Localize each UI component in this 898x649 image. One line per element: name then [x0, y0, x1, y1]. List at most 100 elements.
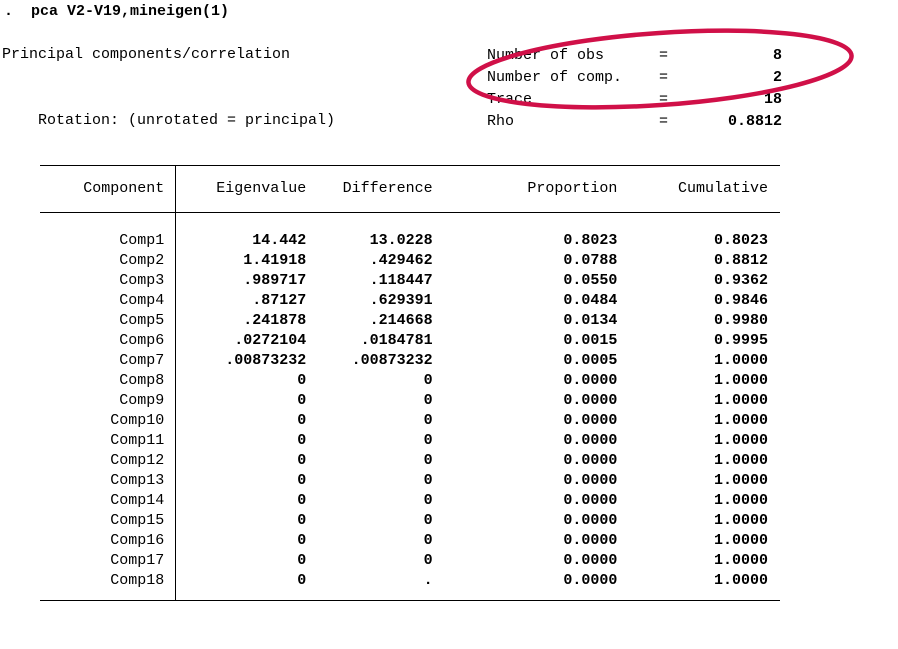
cell-cumulative: 1.0000 [622, 451, 780, 471]
cell-difference: .629391 [311, 291, 437, 311]
cell-proportion: 0.8023 [438, 231, 623, 251]
column-header-cumulative: Cumulative [622, 179, 780, 199]
cell-cumulative: 1.0000 [622, 431, 780, 451]
table-row: Comp10 0 0 0.0000 1.0000 [40, 411, 780, 431]
table-row: Comp13 0 0 0.0000 1.0000 [40, 471, 780, 491]
summary-value-rho: 0.8812 [705, 111, 782, 133]
cell-proportion: 0.0000 [438, 531, 623, 551]
cell-component: Comp9 [40, 391, 171, 411]
summary-row-comp: Number of comp. = 2 [487, 67, 782, 89]
cell-difference: .214668 [311, 311, 437, 331]
cell-proportion: 0.0000 [438, 471, 623, 491]
cell-difference: 0 [311, 531, 437, 551]
summary-label-obs: Number of obs [487, 45, 659, 67]
cell-proportion: 0.0000 [438, 451, 623, 471]
summary-block: Number of obs = 8 Number of comp. = 2 Tr… [487, 45, 782, 133]
cell-difference: 13.0228 [311, 231, 437, 251]
cell-difference: . [311, 571, 437, 591]
cell-component: Comp2 [40, 251, 171, 271]
table-row: Comp11 0 0 0.0000 1.0000 [40, 431, 780, 451]
cell-eigenvalue: 0 [171, 531, 311, 551]
summary-value-obs: 8 [705, 45, 782, 67]
cell-difference: 0 [311, 451, 437, 471]
summary-equals-trace: = [659, 89, 705, 111]
cell-cumulative: 0.9995 [622, 331, 780, 351]
cell-difference: 0 [311, 511, 437, 531]
summary-row-trace: Trace = 18 [487, 89, 782, 111]
table-row: Comp17 0 0 0.0000 1.0000 [40, 551, 780, 571]
cell-component: Comp17 [40, 551, 171, 571]
cell-component: Comp18 [40, 571, 171, 591]
table-rule-bottom [40, 600, 780, 601]
cell-component: Comp13 [40, 471, 171, 491]
cell-component: Comp16 [40, 531, 171, 551]
cell-cumulative: 1.0000 [622, 491, 780, 511]
cell-eigenvalue: .989717 [171, 271, 311, 291]
stata-output-screen: . pca V2-V19,mineigen(1) Principal compo… [0, 0, 898, 649]
table-header-row: Component Eigenvalue Difference Proporti… [40, 166, 780, 212]
cell-cumulative: 0.9362 [622, 271, 780, 291]
cell-proportion: 0.0000 [438, 551, 623, 571]
cell-difference: 0 [311, 551, 437, 571]
cell-cumulative: 1.0000 [622, 551, 780, 571]
cell-cumulative: 1.0000 [622, 351, 780, 371]
cell-proportion: 0.0000 [438, 371, 623, 391]
cell-component: Comp15 [40, 511, 171, 531]
column-header-component: Component [40, 179, 171, 199]
cell-component: Comp1 [40, 231, 171, 251]
cell-difference: 0 [311, 491, 437, 511]
column-header-eigenvalue: Eigenvalue [171, 179, 311, 199]
cell-component: Comp5 [40, 311, 171, 331]
cell-component: Comp8 [40, 371, 171, 391]
summary-value-trace: 18 [705, 89, 782, 111]
summary-equals-obs: = [659, 45, 705, 67]
table-row: Comp9 0 0 0.0000 1.0000 [40, 391, 780, 411]
cell-proportion: 0.0788 [438, 251, 623, 271]
cell-difference: 0 [311, 371, 437, 391]
cell-proportion: 0.0015 [438, 331, 623, 351]
cell-eigenvalue: 0 [171, 511, 311, 531]
summary-label-rho: Rho [487, 111, 659, 133]
cell-proportion: 0.0000 [438, 391, 623, 411]
cell-eigenvalue: 14.442 [171, 231, 311, 251]
cell-proportion: 0.0000 [438, 511, 623, 531]
cell-component: Comp10 [40, 411, 171, 431]
table-row: Comp15 0 0 0.0000 1.0000 [40, 511, 780, 531]
table-row: Comp1 14.442 13.0228 0.8023 0.8023 [40, 231, 780, 251]
table-row: Comp14 0 0 0.0000 1.0000 [40, 491, 780, 511]
table-row: Comp8 0 0 0.0000 1.0000 [40, 371, 780, 391]
cell-cumulative: 0.8023 [622, 231, 780, 251]
cell-proportion: 0.0000 [438, 491, 623, 511]
table-body-band: Comp1 14.442 13.0228 0.8023 0.8023 Comp2… [40, 213, 780, 600]
cell-component: Comp14 [40, 491, 171, 511]
cell-eigenvalue: .0272104 [171, 331, 311, 351]
summary-value-comp: 2 [705, 67, 782, 89]
cell-difference: 0 [311, 431, 437, 451]
cell-difference: .0184781 [311, 331, 437, 351]
cell-cumulative: 0.8812 [622, 251, 780, 271]
cell-difference: 0 [311, 411, 437, 431]
table-row: Comp12 0 0 0.0000 1.0000 [40, 451, 780, 471]
summary-row-rho: Rho = 0.8812 [487, 111, 782, 133]
cell-cumulative: 0.9980 [622, 311, 780, 331]
cell-difference: 0 [311, 471, 437, 491]
table-header-band: Component Eigenvalue Difference Proporti… [40, 166, 780, 212]
cell-proportion: 0.0000 [438, 571, 623, 591]
cell-cumulative: 1.0000 [622, 391, 780, 411]
eigenvalue-table: Component Eigenvalue Difference Proporti… [40, 165, 780, 601]
cell-cumulative: 0.9846 [622, 291, 780, 311]
cell-component: Comp12 [40, 451, 171, 471]
summary-equals-rho: = [659, 111, 705, 133]
cell-proportion: 0.0550 [438, 271, 623, 291]
cell-cumulative: 1.0000 [622, 471, 780, 491]
table-row: Comp16 0 0 0.0000 1.0000 [40, 531, 780, 551]
cell-component: Comp11 [40, 431, 171, 451]
cell-eigenvalue: 0 [171, 571, 311, 591]
table-row: Comp5 .241878 .214668 0.0134 0.9980 [40, 311, 780, 331]
summary-label-comp: Number of comp. [487, 67, 659, 89]
cell-eigenvalue: 0 [171, 431, 311, 451]
analysis-title: Principal components/correlation [2, 45, 290, 65]
cell-difference: .00873232 [311, 351, 437, 371]
cell-cumulative: 1.0000 [622, 511, 780, 531]
table-row: Comp7 .00873232 .00873232 0.0005 1.0000 [40, 351, 780, 371]
